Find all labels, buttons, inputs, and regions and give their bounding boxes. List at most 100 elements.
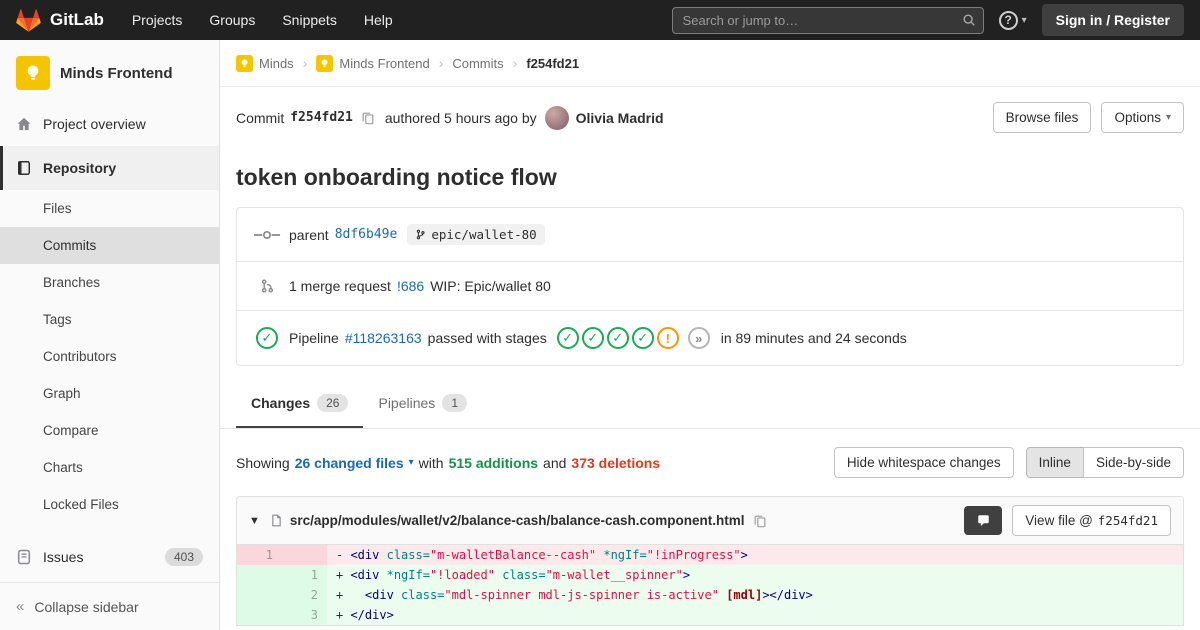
new-line-number[interactable] bbox=[282, 545, 327, 565]
search-input[interactable] bbox=[671, 6, 984, 34]
sidebar-item-project-overview[interactable]: Project overview bbox=[0, 102, 219, 146]
main-menu: Projects Groups Snippets Help bbox=[132, 12, 393, 28]
authored-text: authored 5 hours ago by bbox=[384, 109, 537, 126]
branch-icon bbox=[417, 229, 425, 240]
options-dropdown-button[interactable]: Options ▾ bbox=[1101, 102, 1184, 133]
comment-bubble-icon bbox=[978, 514, 989, 526]
nav-groups[interactable]: Groups bbox=[209, 12, 255, 28]
collapse-sidebar-button[interactable]: « Collapse sidebar bbox=[0, 582, 219, 630]
project-header[interactable]: Minds Frontend bbox=[0, 40, 219, 102]
view-file-button[interactable]: View file @ f254fd21 bbox=[1012, 505, 1171, 536]
tab-label: Pipelines bbox=[378, 395, 436, 411]
copy-icon bbox=[754, 515, 765, 527]
global-search bbox=[671, 6, 984, 34]
breadcrumb-current: f254fd21 bbox=[526, 55, 580, 71]
merge-request-row: 1 merge request !686 WIP: Epic/wallet 80 bbox=[237, 262, 1183, 311]
diff-file-actions: View file @ f254fd21 bbox=[964, 505, 1171, 536]
breadcrumb-separator: › bbox=[512, 55, 518, 71]
old-line-number[interactable] bbox=[237, 565, 282, 585]
stage-icon-success[interactable]: ✓ bbox=[606, 327, 629, 349]
commit-actions: Browse files Options ▾ bbox=[992, 102, 1184, 133]
author-name[interactable]: Olivia Madrid bbox=[576, 110, 664, 126]
new-line-number[interactable]: 3 bbox=[282, 605, 327, 625]
view-file-sha: f254fd21 bbox=[1097, 513, 1158, 528]
top-navbar: GitLab Projects Groups Snippets Help ? ▾… bbox=[0, 0, 1200, 40]
branch-ref-chip[interactable]: epic/wallet-80 bbox=[407, 224, 545, 245]
sidebar-item-graph[interactable]: Graph bbox=[0, 375, 219, 412]
stage-icon-success[interactable]: ✓ bbox=[631, 327, 654, 349]
pipeline-status-icon: ✓ bbox=[251, 327, 283, 349]
side-by-side-view-button[interactable]: Side-by-side bbox=[1082, 447, 1184, 478]
diff-file-card: ▼ src/app/modules/wallet/v2/balance-cash… bbox=[236, 496, 1184, 626]
group-avatar bbox=[236, 54, 253, 72]
sidebar-item-tags[interactable]: Tags bbox=[0, 301, 219, 338]
issues-icon bbox=[16, 549, 32, 565]
collapse-chevrons-icon: « bbox=[16, 598, 25, 615]
diff-code: + <div *ngIf="!loaded" class="m-wallet__… bbox=[327, 565, 1183, 585]
old-line-number[interactable]: 1 bbox=[237, 545, 282, 565]
old-line-number[interactable] bbox=[237, 605, 282, 625]
collapse-diff-caret-icon[interactable]: ▼ bbox=[249, 515, 260, 527]
nav-snippets[interactable]: Snippets bbox=[282, 12, 336, 28]
sidebar-item-branches[interactable]: Branches bbox=[0, 264, 219, 301]
diff-summary-bar: Showing 26 changed files ▾ with 515 addi… bbox=[220, 429, 1200, 496]
nav-projects[interactable]: Projects bbox=[132, 12, 183, 28]
sidebar-item-repository[interactable]: Repository bbox=[0, 146, 219, 190]
changed-files-label: 26 changed files bbox=[294, 454, 404, 471]
stage-icon-success[interactable]: ✓ bbox=[556, 327, 579, 349]
parent-label: parent bbox=[289, 226, 329, 243]
project-name: Minds Frontend bbox=[60, 64, 173, 82]
nav-help[interactable]: Help bbox=[364, 12, 393, 28]
changed-files-dropdown[interactable]: 26 changed files ▾ bbox=[295, 455, 414, 471]
gitlab-logo[interactable]: GitLab bbox=[16, 8, 104, 33]
breadcrumb-project[interactable]: Minds Frontend bbox=[339, 56, 429, 71]
diff-code: - <div class="m-walletBalance--cash" *ng… bbox=[327, 545, 1183, 565]
stage-icon-warning[interactable]: ! bbox=[656, 327, 679, 349]
options-label: Options bbox=[1114, 110, 1161, 125]
sidebar-item-issues[interactable]: Issues 403 bbox=[0, 535, 219, 579]
copy-icon bbox=[362, 112, 374, 124]
new-line-number[interactable]: 2 bbox=[282, 585, 327, 605]
diff-view-controls: Hide whitespace changes Inline Side-by-s… bbox=[833, 447, 1184, 478]
copy-sha-button[interactable] bbox=[361, 111, 375, 125]
diff-content: 1- <div class="m-walletBalance--cash" *n… bbox=[237, 545, 1183, 625]
view-file-label: View file @ bbox=[1025, 513, 1093, 528]
browse-files-button[interactable]: Browse files bbox=[992, 102, 1092, 133]
inline-view-button[interactable]: Inline bbox=[1025, 447, 1084, 478]
with-label: with bbox=[418, 454, 444, 471]
sidebar-item-locked-files[interactable]: Locked Files bbox=[0, 486, 219, 523]
parent-sha-link[interactable]: 8df6b49e bbox=[335, 227, 398, 242]
sidebar-item-commits[interactable]: Commits bbox=[0, 227, 219, 264]
stage-icon-success[interactable]: ✓ bbox=[581, 327, 604, 349]
breadcrumb-commits[interactable]: Commits bbox=[452, 56, 503, 71]
pipeline-label: Pipeline bbox=[289, 330, 339, 346]
diff-line: 2 + <div class="mdl-spinner mdl-js-spinne… bbox=[237, 585, 1183, 605]
copy-file-path-button[interactable] bbox=[753, 514, 767, 528]
sidebar-item-compare[interactable]: Compare bbox=[0, 412, 219, 449]
pipeline-duration: in 89 minutes and 24 seconds bbox=[720, 330, 907, 346]
breadcrumb-group[interactable]: Minds bbox=[259, 56, 294, 71]
project-sidebar: Minds Frontend Project overview Reposito… bbox=[0, 40, 220, 630]
breadcrumb: Minds › Minds Frontend › Commits › f254f… bbox=[220, 40, 1200, 87]
merge-request-link[interactable]: !686 bbox=[397, 278, 424, 294]
sidebar-item-contributors[interactable]: Contributors bbox=[0, 338, 219, 375]
pipeline-id-link[interactable]: #118263163 bbox=[345, 330, 422, 346]
branch-name: epic/wallet-80 bbox=[431, 227, 537, 242]
author-avatar[interactable] bbox=[544, 105, 569, 130]
old-line-number[interactable] bbox=[237, 585, 282, 605]
lightbulb-icon bbox=[27, 65, 39, 80]
help-menu[interactable]: ? ▾ bbox=[998, 10, 1027, 30]
sign-in-button[interactable]: Sign in / Register bbox=[1041, 4, 1184, 36]
sidebar-item-files[interactable]: Files bbox=[0, 190, 219, 227]
parent-row: parent 8df6b49e epic/wallet-80 bbox=[237, 208, 1183, 262]
issues-count-badge: 403 bbox=[164, 548, 203, 566]
project-avatar bbox=[16, 56, 50, 90]
tab-changes[interactable]: Changes 26 bbox=[236, 378, 363, 428]
file-path[interactable]: src/app/modules/wallet/v2/balance-cash/b… bbox=[290, 513, 745, 528]
sidebar-item-charts[interactable]: Charts bbox=[0, 449, 219, 486]
new-line-number[interactable]: 1 bbox=[282, 565, 327, 585]
hide-whitespace-button[interactable]: Hide whitespace changes bbox=[833, 447, 1014, 478]
tab-pipelines[interactable]: Pipelines 1 bbox=[363, 378, 482, 428]
stage-icon-skipped[interactable]: » bbox=[687, 327, 710, 349]
toggle-comments-button[interactable] bbox=[964, 506, 1003, 535]
